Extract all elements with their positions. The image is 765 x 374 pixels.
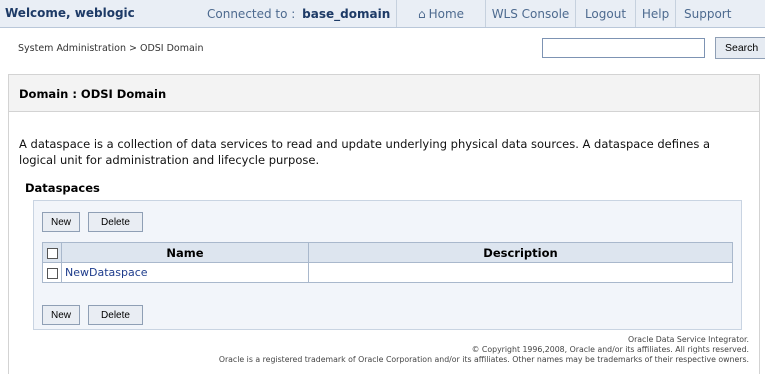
dataspaces-table-box: New Delete Name Description NewDataspace… [33, 200, 742, 330]
top-nav: ⌂ Home WLS Console Logout Help Support [396, 0, 765, 27]
home-icon: ⌂ [417, 6, 426, 21]
delete-button-top[interactable]: Delete [88, 212, 143, 232]
select-all-checkbox[interactable] [46, 247, 58, 259]
name-cell: NewDataspace [61, 262, 309, 283]
home-link[interactable]: ⌂ Home [396, 0, 485, 27]
welcome-text: Welcome, weblogic [5, 6, 135, 20]
dataspaces-heading: Dataspaces [25, 181, 100, 195]
column-header-name[interactable]: Name [61, 242, 309, 263]
footer-trademark: Oracle is a registered trademark of Orac… [218, 355, 749, 364]
wls-console-link[interactable]: WLS Console [485, 0, 575, 27]
select-all-cell [42, 242, 62, 263]
footer: Oracle Data Service Integrator. © Copyri… [219, 335, 749, 365]
search-button[interactable]: Search [715, 37, 765, 59]
table-row: NewDataspace [42, 262, 733, 283]
delete-button-bottom[interactable]: Delete [88, 305, 143, 325]
row-select-cell [42, 262, 62, 283]
table-header-row: Name Description [42, 242, 733, 263]
row-checkbox[interactable] [46, 267, 58, 279]
new-button-bottom[interactable]: New [42, 305, 80, 325]
dataspace-description: A dataspace is a collection of data serv… [19, 137, 711, 167]
breadcrumb[interactable]: System Administration > ODSI Domain [18, 43, 203, 54]
connection-info: Connected to : base_domain [207, 7, 390, 21]
footer-copyright: © Copyright 1996,2008, Oracle and/or its… [471, 345, 749, 354]
help-link[interactable]: Help [635, 0, 675, 27]
domain-panel: Domain : ODSI Domain A dataspace is a co… [8, 74, 760, 374]
page-title: Domain : ODSI Domain [19, 87, 167, 101]
description-cell [308, 262, 733, 283]
panel-header: Domain : ODSI Domain [9, 75, 759, 112]
column-header-description[interactable]: Description [308, 242, 733, 263]
dataspace-link[interactable]: NewDataspace [62, 266, 148, 279]
domain-name: base_domain [302, 7, 391, 21]
home-label: Home [428, 6, 465, 21]
search-input[interactable] [542, 38, 705, 58]
support-link[interactable]: Support [675, 0, 765, 27]
footer-product: Oracle Data Service Integrator. [627, 335, 749, 344]
connected-label: Connected to : [207, 7, 296, 21]
logout-link[interactable]: Logout [575, 0, 635, 27]
new-button-top[interactable]: New [42, 212, 80, 232]
top-bar: Welcome, weblogic Connected to : base_do… [0, 0, 765, 28]
dataspaces-table: Name Description NewDataspace [42, 242, 733, 283]
